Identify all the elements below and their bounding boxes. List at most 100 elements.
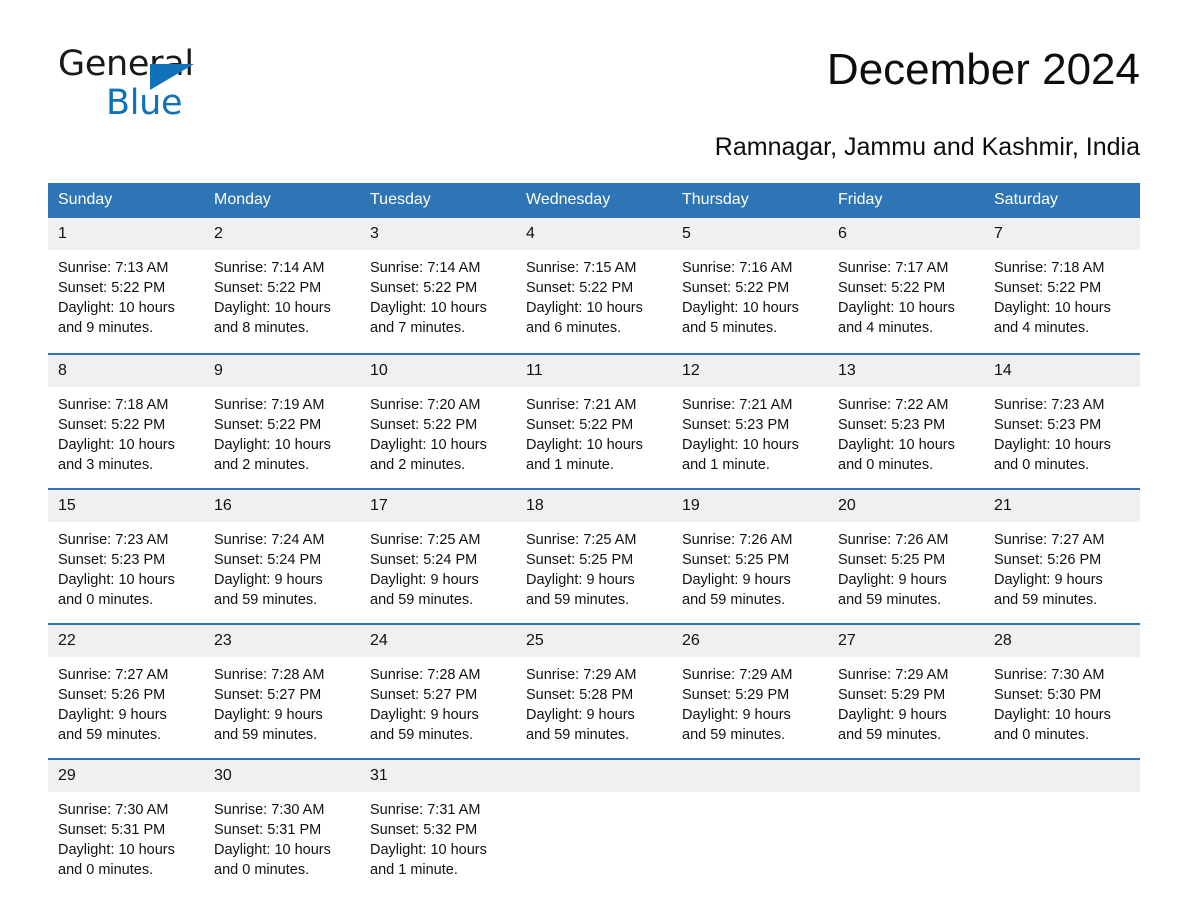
calendar-day[interactable]: 12 Sunrise: 7:21 AM Sunset: 5:23 PM Dayli… bbox=[672, 353, 828, 488]
day-sun-info: Sunrise: 7:18 AM Sunset: 5:22 PM Dayligh… bbox=[994, 260, 1111, 336]
day-number: 5 bbox=[672, 218, 828, 250]
calendar-day[interactable]: 5 Sunrise: 7:16 AM Sunset: 5:22 PM Daylig… bbox=[672, 218, 828, 353]
calendar-cell: 5 Sunrise: 7:16 AM Sunset: 5:22 PM Daylig… bbox=[672, 218, 828, 353]
calendar-week-row: 8 Sunrise: 7:18 AM Sunset: 5:22 PM Daylig… bbox=[48, 353, 1140, 488]
calendar-day[interactable]: 24 Sunrise: 7:28 AM Sunset: 5:27 PM Dayli… bbox=[360, 623, 516, 758]
calendar-cell: 29 Sunrise: 7:30 AM Sunset: 5:31 PM Dayli… bbox=[48, 758, 204, 893]
day-number: 2 bbox=[204, 218, 360, 250]
calendar-day[interactable]: 11 Sunrise: 7:21 AM Sunset: 5:22 PM Dayli… bbox=[516, 353, 672, 488]
calendar-day[interactable]: 15 Sunrise: 7:23 AM Sunset: 5:23 PM Dayli… bbox=[48, 488, 204, 623]
day-number: 18 bbox=[516, 490, 672, 522]
day-sun-info: Sunrise: 7:22 AM Sunset: 5:23 PM Dayligh… bbox=[838, 397, 955, 473]
calendar-day[interactable]: 8 Sunrise: 7:18 AM Sunset: 5:22 PM Daylig… bbox=[48, 353, 204, 488]
calendar-day[interactable]: 13 Sunrise: 7:22 AM Sunset: 5:23 PM Dayli… bbox=[828, 353, 984, 488]
calendar-day[interactable]: 30 Sunrise: 7:30 AM Sunset: 5:31 PM Dayli… bbox=[204, 758, 360, 893]
calendar-cell: 12 Sunrise: 7:21 AM Sunset: 5:23 PM Dayli… bbox=[672, 353, 828, 488]
calendar-day[interactable]: 16 Sunrise: 7:24 AM Sunset: 5:24 PM Dayli… bbox=[204, 488, 360, 623]
calendar-day[interactable]: 17 Sunrise: 7:25 AM Sunset: 5:24 PM Dayli… bbox=[360, 488, 516, 623]
calendar-week-row: 22 Sunrise: 7:27 AM Sunset: 5:26 PM Dayli… bbox=[48, 623, 1140, 758]
weekday-header-wednesday: Wednesday bbox=[516, 183, 672, 218]
calendar-day[interactable]: 6 Sunrise: 7:17 AM Sunset: 5:22 PM Daylig… bbox=[828, 218, 984, 353]
calendar-day[interactable]: 2 Sunrise: 7:14 AM Sunset: 5:22 PM Daylig… bbox=[204, 218, 360, 353]
calendar-table: Sunday Monday Tuesday Wednesday Thursday Frid… bbox=[48, 183, 1140, 893]
calendar-page: General Blue December 2024 Ramnagar, Jam… bbox=[0, 0, 1188, 918]
calendar-week-row: 29 Sunrise: 7:30 AM Sunset: 5:31 PM Dayli… bbox=[48, 758, 1140, 893]
day-sun-info: Sunrise: 7:24 AM Sunset: 5:24 PM Dayligh… bbox=[214, 532, 325, 608]
day-number: 11 bbox=[516, 355, 672, 387]
day-number: 19 bbox=[672, 490, 828, 522]
weekday-header-monday: Monday bbox=[204, 183, 360, 218]
day-sun-info: Sunrise: 7:28 AM Sunset: 5:27 PM Dayligh… bbox=[214, 667, 325, 743]
day-number: 25 bbox=[516, 625, 672, 657]
calendar-day[interactable]: 4 Sunrise: 7:15 AM Sunset: 5:22 PM Daylig… bbox=[516, 218, 672, 353]
calendar-day[interactable]: 25 Sunrise: 7:29 AM Sunset: 5:28 PM Dayli… bbox=[516, 623, 672, 758]
calendar-cell: 15 Sunrise: 7:23 AM Sunset: 5:23 PM Dayli… bbox=[48, 488, 204, 623]
calendar-day[interactable]: 21 Sunrise: 7:27 AM Sunset: 5:26 PM Dayli… bbox=[984, 488, 1140, 623]
day-number: 10 bbox=[360, 355, 516, 387]
calendar-cell: 16 Sunrise: 7:24 AM Sunset: 5:24 PM Dayli… bbox=[204, 488, 360, 623]
calendar-cell: 23 Sunrise: 7:28 AM Sunset: 5:27 PM Dayli… bbox=[204, 623, 360, 758]
calendar-day[interactable]: 9 Sunrise: 7:19 AM Sunset: 5:22 PM Daylig… bbox=[204, 353, 360, 488]
day-number: 6 bbox=[828, 218, 984, 250]
calendar-day[interactable]: 10 Sunrise: 7:20 AM Sunset: 5:22 PM Dayli… bbox=[360, 353, 516, 488]
day-sun-info: Sunrise: 7:26 AM Sunset: 5:25 PM Dayligh… bbox=[682, 532, 793, 608]
day-sun-info: Sunrise: 7:25 AM Sunset: 5:24 PM Dayligh… bbox=[370, 532, 481, 608]
day-number: 30 bbox=[204, 760, 360, 792]
day-sun-info: Sunrise: 7:18 AM Sunset: 5:22 PM Dayligh… bbox=[58, 397, 175, 473]
calendar-cell: 11 Sunrise: 7:21 AM Sunset: 5:22 PM Dayli… bbox=[516, 353, 672, 488]
day-sun-info: Sunrise: 7:28 AM Sunset: 5:27 PM Dayligh… bbox=[370, 667, 481, 743]
calendar-day[interactable]: 26 Sunrise: 7:29 AM Sunset: 5:29 PM Dayli… bbox=[672, 623, 828, 758]
calendar-header-row: Sunday Monday Tuesday Wednesday Thursday Frid… bbox=[48, 183, 1140, 218]
calendar-day[interactable]: 27 Sunrise: 7:29 AM Sunset: 5:29 PM Dayli… bbox=[828, 623, 984, 758]
calendar-day[interactable]: 3 Sunrise: 7:14 AM Sunset: 5:22 PM Daylig… bbox=[360, 218, 516, 353]
day-sun-info: Sunrise: 7:21 AM Sunset: 5:23 PM Dayligh… bbox=[682, 397, 799, 473]
page-title: December 2024 bbox=[826, 45, 1140, 94]
calendar-cell: 18 Sunrise: 7:25 AM Sunset: 5:25 PM Dayli… bbox=[516, 488, 672, 623]
calendar-day[interactable]: 28 Sunrise: 7:30 AM Sunset: 5:30 PM Dayli… bbox=[984, 623, 1140, 758]
day-number: 16 bbox=[204, 490, 360, 522]
day-number: 3 bbox=[360, 218, 516, 250]
day-number bbox=[984, 760, 1140, 792]
calendar-day[interactable]: 1 Sunrise: 7:13 AM Sunset: 5:22 PM Daylig… bbox=[48, 218, 204, 353]
calendar-day[interactable]: 31 Sunrise: 7:31 AM Sunset: 5:32 PM Dayli… bbox=[360, 758, 516, 893]
day-sun-info: Sunrise: 7:30 AM Sunset: 5:30 PM Dayligh… bbox=[994, 667, 1111, 743]
day-number: 1 bbox=[48, 218, 204, 250]
day-number: 26 bbox=[672, 625, 828, 657]
calendar-cell bbox=[984, 758, 1140, 893]
calendar-cell: 3 Sunrise: 7:14 AM Sunset: 5:22 PM Daylig… bbox=[360, 218, 516, 353]
weekday-header-tuesday: Tuesday bbox=[360, 183, 516, 218]
day-number: 20 bbox=[828, 490, 984, 522]
page-header: General Blue December 2024 bbox=[48, 0, 1140, 123]
day-sun-info: Sunrise: 7:23 AM Sunset: 5:23 PM Dayligh… bbox=[58, 532, 175, 608]
calendar-cell: 21 Sunrise: 7:27 AM Sunset: 5:26 PM Dayli… bbox=[984, 488, 1140, 623]
day-sun-info: Sunrise: 7:23 AM Sunset: 5:23 PM Dayligh… bbox=[994, 397, 1111, 473]
generalblue-logo[interactable]: General Blue bbox=[48, 44, 238, 123]
calendar-day[interactable]: 29 Sunrise: 7:30 AM Sunset: 5:31 PM Dayli… bbox=[48, 758, 204, 893]
calendar-day[interactable]: 22 Sunrise: 7:27 AM Sunset: 5:26 PM Dayli… bbox=[48, 623, 204, 758]
weekday-header-saturday: Saturday bbox=[984, 183, 1140, 218]
day-sun-info: Sunrise: 7:14 AM Sunset: 5:22 PM Dayligh… bbox=[370, 260, 487, 336]
day-number: 9 bbox=[204, 355, 360, 387]
calendar-day-empty bbox=[984, 758, 1140, 893]
day-number: 24 bbox=[360, 625, 516, 657]
day-sun-info: Sunrise: 7:29 AM Sunset: 5:28 PM Dayligh… bbox=[526, 667, 637, 743]
calendar-cell: 14 Sunrise: 7:23 AM Sunset: 5:23 PM Dayli… bbox=[984, 353, 1140, 488]
calendar-day[interactable]: 19 Sunrise: 7:26 AM Sunset: 5:25 PM Dayli… bbox=[672, 488, 828, 623]
calendar-cell: 19 Sunrise: 7:26 AM Sunset: 5:25 PM Dayli… bbox=[672, 488, 828, 623]
day-sun-info: Sunrise: 7:14 AM Sunset: 5:22 PM Dayligh… bbox=[214, 260, 331, 336]
calendar-day[interactable]: 18 Sunrise: 7:25 AM Sunset: 5:25 PM Dayli… bbox=[516, 488, 672, 623]
calendar-cell: 8 Sunrise: 7:18 AM Sunset: 5:22 PM Daylig… bbox=[48, 353, 204, 488]
calendar-cell: 6 Sunrise: 7:17 AM Sunset: 5:22 PM Daylig… bbox=[828, 218, 984, 353]
calendar-day[interactable]: 23 Sunrise: 7:28 AM Sunset: 5:27 PM Dayli… bbox=[204, 623, 360, 758]
day-number: 7 bbox=[984, 218, 1140, 250]
calendar-day[interactable]: 7 Sunrise: 7:18 AM Sunset: 5:22 PM Daylig… bbox=[984, 218, 1140, 353]
calendar-day[interactable]: 20 Sunrise: 7:26 AM Sunset: 5:25 PM Dayli… bbox=[828, 488, 984, 623]
weekday-header-friday: Friday bbox=[828, 183, 984, 218]
calendar-cell: 10 Sunrise: 7:20 AM Sunset: 5:22 PM Dayli… bbox=[360, 353, 516, 488]
calendar-day[interactable]: 14 Sunrise: 7:23 AM Sunset: 5:23 PM Dayli… bbox=[984, 353, 1140, 488]
calendar-cell: 30 Sunrise: 7:30 AM Sunset: 5:31 PM Dayli… bbox=[204, 758, 360, 893]
day-sun-info: Sunrise: 7:31 AM Sunset: 5:32 PM Dayligh… bbox=[370, 802, 487, 878]
calendar-cell bbox=[672, 758, 828, 893]
calendar-cell: 26 Sunrise: 7:29 AM Sunset: 5:29 PM Dayli… bbox=[672, 623, 828, 758]
calendar-cell: 1 Sunrise: 7:13 AM Sunset: 5:22 PM Daylig… bbox=[48, 218, 204, 353]
